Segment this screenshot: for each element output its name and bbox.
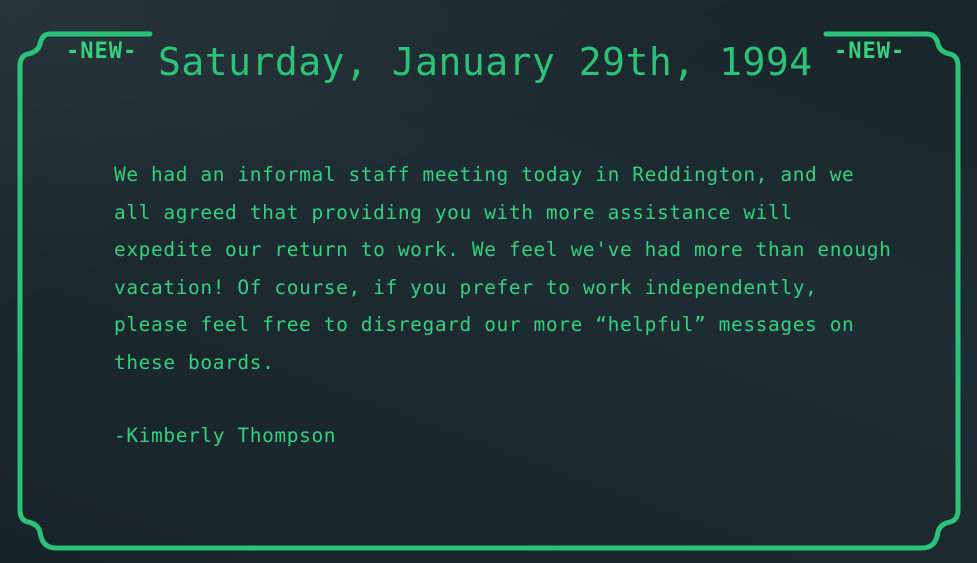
message-date-title: Saturday, January 29th, 1994 (158, 40, 813, 84)
message-signature: -Kimberly Thompson (114, 424, 337, 447)
message-board-screen: -NEW- Saturday, January 29th, 1994 -NEW-… (0, 0, 977, 563)
message-body: We had an informal staff meeting today i… (114, 156, 894, 381)
new-tag-right: -NEW- (834, 39, 906, 64)
message-text: We had an informal staff meeting today i… (114, 163, 892, 374)
new-tag-left: -NEW- (66, 39, 138, 64)
